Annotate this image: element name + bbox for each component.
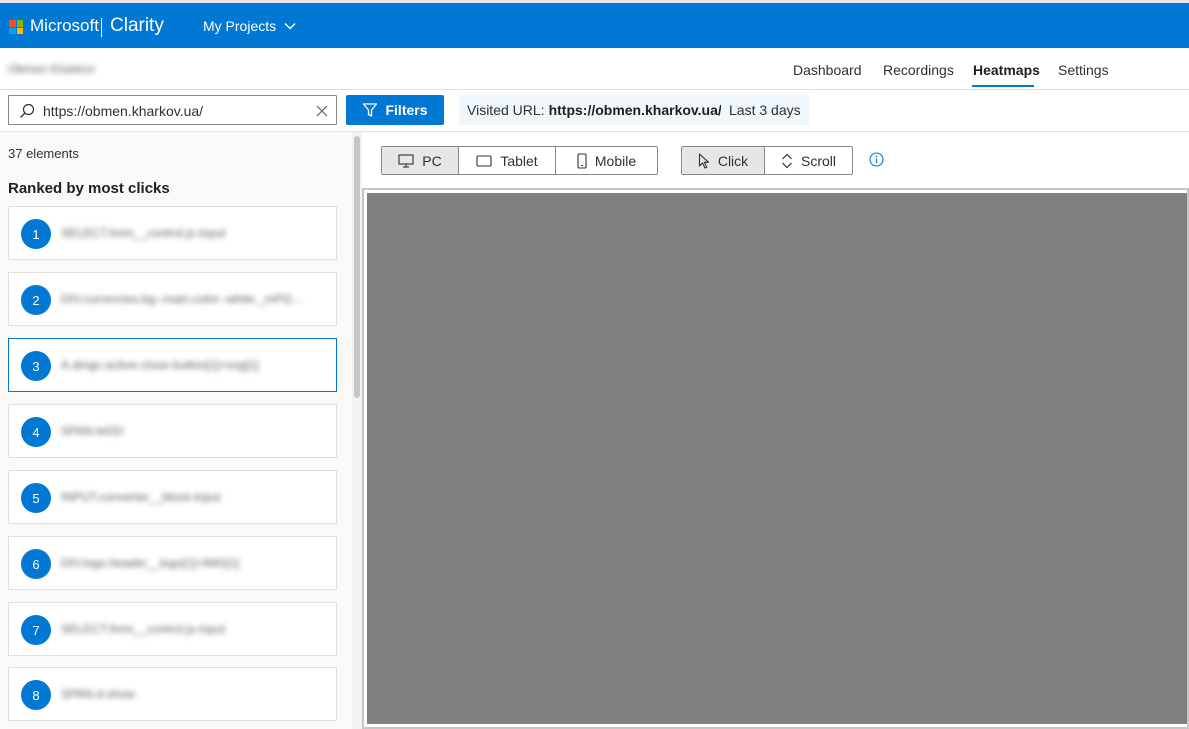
- tab-settings[interactable]: Settings: [1058, 62, 1109, 78]
- rank-badge: 2: [21, 285, 51, 315]
- scrollbar-thumb[interactable]: [354, 136, 360, 398]
- device-toggle: PC Tablet Mobile: [381, 146, 658, 175]
- project-name: Obmen Kharkov: [8, 62, 95, 76]
- scroll-icon: [782, 153, 792, 168]
- mode-click-label: Click: [717, 152, 749, 169]
- info-icon[interactable]: [869, 152, 884, 167]
- visited-url-label: Visited URL:: [467, 102, 545, 118]
- url-search-box[interactable]: [8, 95, 337, 125]
- rank-badge: 5: [21, 483, 51, 513]
- mode-scroll-label: Scroll: [800, 152, 836, 169]
- ranked-title: Ranked by most clicks: [8, 180, 170, 197]
- brand-divider: [101, 18, 102, 37]
- sub-header: Obmen Kharkov Dashboard Recordings Heatm…: [0, 48, 1189, 90]
- brand-clarity[interactable]: Clarity: [110, 15, 164, 37]
- list-item[interactable]: 2 DIV.currencies.bg--main.color--white._…: [8, 272, 337, 326]
- list-item-selected[interactable]: 3 A.dmgc-active-close-button[1]>svg[1]: [8, 338, 337, 392]
- element-selector: SELECT.form__control.js-input: [61, 226, 226, 240]
- device-mobile-button[interactable]: Mobile: [556, 147, 657, 174]
- mode-click-button[interactable]: Click: [682, 147, 765, 174]
- device-mobile-label: Mobile: [594, 152, 637, 169]
- device-tablet-label: Tablet: [500, 152, 538, 169]
- device-pc-label: PC: [422, 152, 442, 169]
- close-icon[interactable]: [315, 104, 329, 118]
- rank-badge: 6: [21, 549, 51, 579]
- monitor-icon: [398, 153, 414, 168]
- rank-badge: 8: [21, 680, 51, 710]
- element-selector: DIV.logo.header__logo[1]>IMG[1]: [61, 556, 240, 570]
- top-bar: Microsoft Clarity My Projects: [0, 0, 1189, 48]
- tab-heatmaps[interactable]: Heatmaps: [973, 62, 1040, 78]
- tablet-icon: [476, 154, 492, 167]
- date-range-chip[interactable]: Last 3 days: [721, 95, 809, 125]
- active-tab-indicator: [972, 85, 1034, 87]
- list-item[interactable]: 8 SPAN.d-show: [8, 667, 337, 721]
- element-selector: A.dmgc-active-close-button[1]>svg[1]: [61, 358, 259, 372]
- list-item[interactable]: 1 SELECT.form__control.js-input: [8, 206, 337, 260]
- tab-recordings[interactable]: Recordings: [883, 62, 954, 78]
- rank-badge: 1: [21, 219, 51, 249]
- filters-button[interactable]: Filters: [346, 95, 444, 125]
- date-range-label: Last 3 days: [729, 102, 801, 118]
- heatmap-viewport: [362, 188, 1189, 729]
- element-list-panel: 37 elements Ranked by most clicks 1 SELE…: [0, 132, 352, 729]
- list-item[interactable]: 7 SELECT.form__control.js-input: [8, 602, 337, 656]
- rank-badge: 7: [21, 615, 51, 645]
- element-count: 37 elements: [8, 146, 79, 161]
- list-item[interactable]: 6 DIV.logo.header__logo[1]>IMG[1]: [8, 536, 337, 590]
- device-tablet-button[interactable]: Tablet: [459, 147, 556, 174]
- mobile-icon: [577, 152, 587, 169]
- microsoft-logo-icon: [9, 20, 23, 34]
- heatmap-mode-toggle: Click Scroll: [681, 146, 853, 175]
- tab-dashboard[interactable]: Dashboard: [793, 62, 862, 78]
- brand-microsoft[interactable]: Microsoft: [30, 16, 99, 36]
- list-item[interactable]: 4 SPAN.teDD: [8, 404, 337, 458]
- list-scrollbar[interactable]: [352, 132, 362, 729]
- visited-url-chip[interactable]: Visited URL: https://obmen.kharkov.ua/: [459, 95, 730, 125]
- chevron-down-icon[interactable]: [283, 19, 297, 33]
- rank-badge: 3: [21, 351, 51, 381]
- filter-icon: [363, 103, 378, 117]
- filters-label: Filters: [385, 102, 428, 118]
- search-icon: [20, 103, 35, 118]
- list-item[interactable]: 5 INPUT.converter__block-input: [8, 470, 337, 524]
- filter-bar: Filters Visited URL: https://obmen.khark…: [0, 90, 1189, 132]
- element-selector: SPAN.teDD: [61, 424, 124, 438]
- mode-scroll-button[interactable]: Scroll: [765, 147, 852, 174]
- device-pc-button[interactable]: PC: [382, 147, 459, 174]
- element-selector: DIV.currencies.bg--main.color--white._mP…: [61, 292, 302, 306]
- my-projects-menu[interactable]: My Projects: [203, 18, 276, 34]
- rank-badge: 4: [21, 417, 51, 447]
- element-selector: INPUT.converter__block-input: [61, 490, 221, 504]
- element-selector: SPAN.d-show: [61, 687, 135, 701]
- heatmap-page-preview[interactable]: [367, 193, 1187, 724]
- visited-url-value: https://obmen.kharkov.ua/: [548, 102, 722, 118]
- cursor-icon: [698, 152, 709, 169]
- url-search-input[interactable]: [43, 101, 303, 121]
- element-selector: SELECT.form__control.js-input: [61, 622, 226, 636]
